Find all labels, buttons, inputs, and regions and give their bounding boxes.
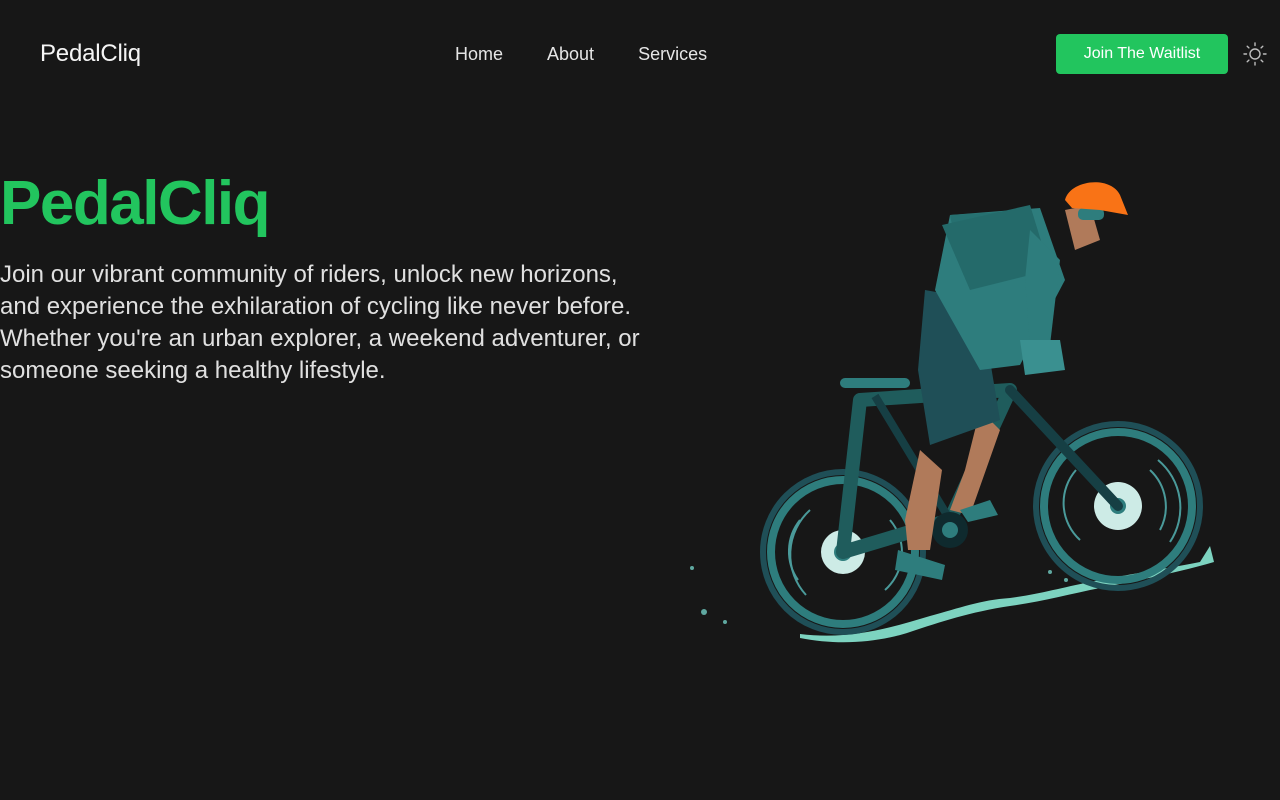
- hero-description: Join our vibrant community of riders, un…: [0, 261, 640, 384]
- hero-title: PedalCliq: [0, 169, 271, 238]
- cyclist-illustration: [690, 182, 1214, 643]
- main-nav: Home About Services: [455, 42, 707, 66]
- brand-logo[interactable]: PedalCliq: [40, 38, 141, 70]
- join-waitlist-button[interactable]: Join The Waitlist: [1056, 34, 1228, 74]
- landing-page: PedalCliq Home About Services Join The W…: [0, 0, 1280, 800]
- nav-services-link[interactable]: Services: [638, 42, 707, 66]
- sun-icon: [1243, 42, 1267, 66]
- theme-toggle-button[interactable]: [1242, 41, 1268, 67]
- nav-home-link[interactable]: Home: [455, 42, 503, 66]
- nav-about-link[interactable]: About: [547, 42, 594, 66]
- rider: [895, 182, 1128, 580]
